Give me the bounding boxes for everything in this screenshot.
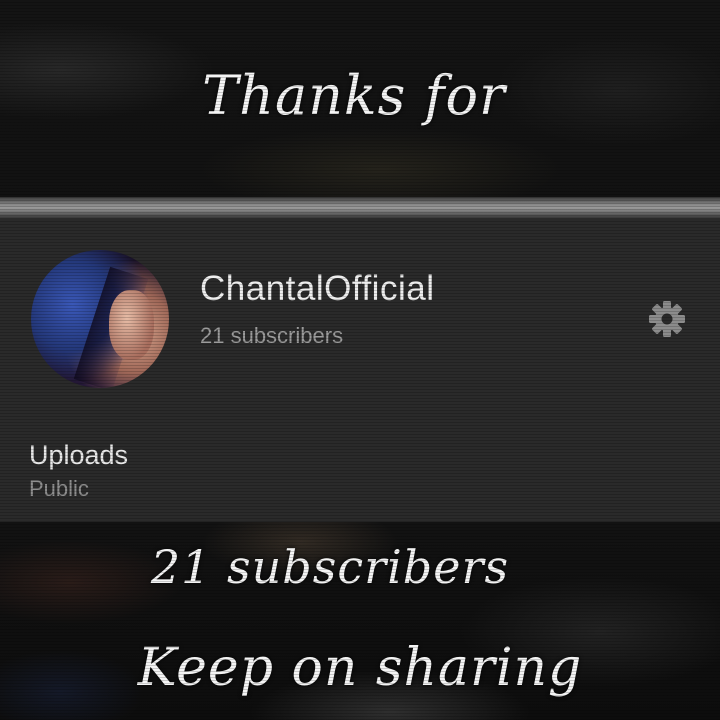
caption-keep-sharing: Keep on sharing xyxy=(137,638,583,698)
uploads-visibility: Public xyxy=(29,476,89,501)
avatar-face xyxy=(109,290,154,360)
panel-top-border xyxy=(0,197,720,219)
channel-name[interactable]: ChantalOfficial xyxy=(200,269,434,309)
subscriber-count: 21 subscribers xyxy=(200,323,344,348)
caption-thanks-for: Thanks for xyxy=(202,64,506,127)
uploads-title[interactable]: Uploads xyxy=(29,440,128,471)
channel-panel: ChantalOfficial 21 subscribers Uploads P… xyxy=(0,219,720,522)
channel-avatar[interactable] xyxy=(31,250,169,388)
video-frame: Thanks for ChantalOfficial 21 subscriber… xyxy=(0,0,720,720)
caption-subscribers: 21 subscribers xyxy=(150,540,510,594)
gear-icon[interactable] xyxy=(647,299,687,339)
